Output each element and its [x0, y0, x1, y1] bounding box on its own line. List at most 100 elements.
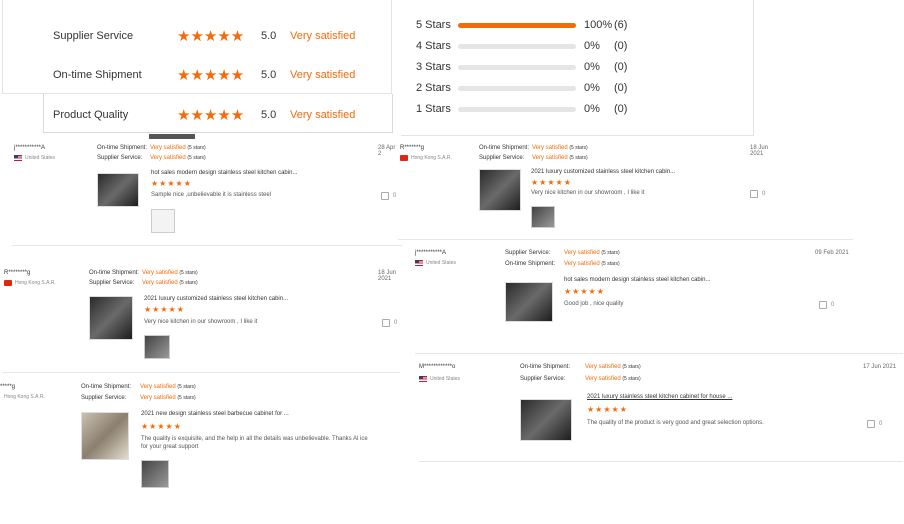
criterion-label: Supplier Service:: [89, 280, 135, 286]
review-comment: Very nice kitchen in our showroom , I li…: [144, 319, 258, 325]
product-thumbnail[interactable]: [97, 173, 139, 207]
review-photo[interactable]: [531, 206, 555, 228]
review-card: j***********A United States Supplier Ser…: [415, 250, 850, 330]
review-date: 18 Jun 2021: [750, 145, 769, 157]
criterion-stars: (5 stars): [569, 145, 588, 151]
review-criterion: On-time Shipment: Very satisfied (5 stars…: [479, 145, 588, 151]
histogram-fill: [458, 22, 576, 28]
histogram-label: 5 Stars: [416, 19, 451, 31]
review-photo[interactable]: [144, 335, 170, 359]
criterion-value: Very satisfied: [532, 155, 568, 161]
criterion-stars: (5 stars): [177, 395, 196, 401]
like-count: 0: [879, 421, 883, 427]
product-title[interactable]: 2021 luxury stainless steel kitchen cabi…: [587, 394, 732, 400]
product-title[interactable]: hot sales modern design stainless steel …: [564, 277, 710, 283]
histogram-row-5[interactable]: 5 Stars 100% (6): [416, 18, 627, 32]
reviewer-country: United States: [419, 376, 460, 382]
histogram-row-2[interactable]: 2 Stars 0% (0): [416, 81, 627, 95]
review-comment: The quality of the product is very good …: [587, 420, 764, 426]
reviewer-country: Hong Kong S.A.R.: [4, 394, 45, 400]
review-card: M************o United States On-time Shi…: [419, 364, 899, 456]
like-button[interactable]: 0: [381, 192, 396, 200]
product-thumbnail[interactable]: [81, 412, 129, 460]
criterion-label: On-time Shipment:: [520, 364, 571, 370]
criterion-value: Very satisfied: [142, 270, 178, 276]
histogram-percent: 0%: [584, 82, 600, 94]
criterion-stars: (5 stars): [179, 280, 198, 286]
criterion-label: Supplier Service:: [81, 395, 127, 401]
product-thumbnail[interactable]: [505, 282, 553, 322]
thumbs-up-icon: [750, 190, 758, 198]
histogram-label: 3 Stars: [416, 61, 451, 73]
like-button[interactable]: 0: [819, 301, 834, 309]
product-title[interactable]: 2021 new design stainless steel barbecue…: [141, 411, 289, 417]
histogram-count: (6): [614, 19, 628, 31]
summary-score: 5.0: [261, 109, 277, 121]
criterion-label: Supplier Service:: [505, 250, 551, 256]
review-stars: ★★★★★: [587, 405, 628, 414]
product-title[interactable]: hot sales modern design stainless steel …: [151, 170, 297, 176]
criterion-stars: (5 stars): [179, 270, 198, 276]
like-button[interactable]: 0: [750, 190, 765, 198]
thumbs-up-icon: [381, 192, 389, 200]
histogram-row-1[interactable]: 1 Stars 0% (0): [416, 102, 627, 116]
review-date: 18 Jun 2021: [378, 270, 397, 282]
thumbs-up-icon: [382, 319, 390, 327]
like-button[interactable]: 0: [382, 319, 397, 327]
histogram-count: (0): [614, 40, 628, 52]
summary-label: Product Quality: [53, 109, 129, 121]
summary-text: Very satisfied: [290, 109, 356, 121]
histogram-label: 2 Stars: [416, 82, 451, 94]
review-criterion: Supplier Service: Very satisfied (5 stars…: [89, 280, 198, 286]
histogram-row-3[interactable]: 3 Stars 0% (0): [416, 60, 627, 74]
criterion-value: Very satisfied: [564, 250, 600, 256]
review-photo[interactable]: [141, 460, 169, 488]
review-photo[interactable]: [151, 209, 175, 233]
reviewer-name: R*******g: [400, 145, 425, 151]
criterion-stars: (5 stars): [622, 376, 641, 382]
reviewer-name: R********g: [4, 270, 31, 276]
product-thumbnail[interactable]: [89, 296, 133, 340]
review-stars: ★★★★★: [141, 422, 182, 431]
review-criterion: On-time Shipment: Very satisfied (5 stars…: [81, 384, 196, 390]
histogram-bar: [458, 85, 576, 91]
criterion-label: On-time Shipment:: [89, 270, 140, 276]
criterion-stars: (5 stars): [187, 155, 206, 161]
review-stars: ★★★★★: [144, 305, 185, 314]
review-card: R********g Hong Kong S.A.R. On-time Ship…: [4, 270, 399, 365]
review-comment: Good job , nice quality: [564, 301, 624, 307]
histogram-bar: [458, 43, 576, 49]
review-criterion: On-time Shipment: Very satisfied (5 stars…: [89, 270, 198, 276]
review-criterion: Supplier Service: Very satisfied (5 stars…: [97, 155, 206, 161]
review-card: j***********A United States On-time Ship…: [14, 145, 399, 245]
review-criterion: On-time Shipment: Very satisfied (5 stars…: [520, 364, 641, 370]
product-thumbnail[interactable]: [479, 169, 521, 211]
divider: [415, 353, 903, 354]
histogram-row-4[interactable]: 4 Stars 0% (0): [416, 39, 627, 53]
product-thumbnail[interactable]: [520, 399, 572, 441]
reviewer-name: j***********A: [14, 145, 46, 151]
criterion-stars: (5 stars): [187, 145, 206, 151]
summary-stars: ★★★★★: [177, 28, 245, 45]
histogram-percent: 0%: [584, 103, 600, 115]
criterion-stars: (5 stars): [569, 155, 588, 161]
country-label: United States: [25, 155, 56, 161]
divider: [2, 372, 400, 373]
summary-row-supplier-service: Supplier Service ★★★★★ 5.0 Very satisfie…: [53, 27, 355, 45]
summary-row-on-time-shipment: On-time Shipment ★★★★★ 5.0 Very satisfie…: [53, 66, 355, 84]
hk-flag-icon: [4, 280, 12, 286]
histogram-bar: [458, 22, 576, 28]
criterion-label: On-time Shipment:: [81, 384, 132, 390]
product-title[interactable]: 2021 luxury customized stainless steel k…: [531, 169, 675, 175]
histogram-percent: 0%: [584, 61, 600, 73]
reviewer-country: United States: [415, 260, 456, 266]
like-button[interactable]: 0: [867, 420, 882, 428]
us-flag-icon: [419, 376, 427, 382]
histogram-count: (0): [614, 82, 628, 94]
review-criterion: Supplier Service: Very satisfied (5 stars…: [479, 155, 588, 161]
scroll-tab[interactable]: [149, 134, 195, 139]
reviewer-name: *****g: [0, 384, 16, 390]
histogram-percent: 0%: [584, 40, 600, 52]
country-label: Hong Kong S.A.R.: [15, 280, 56, 286]
product-title[interactable]: 2021 luxury customized stainless steel k…: [144, 296, 288, 302]
